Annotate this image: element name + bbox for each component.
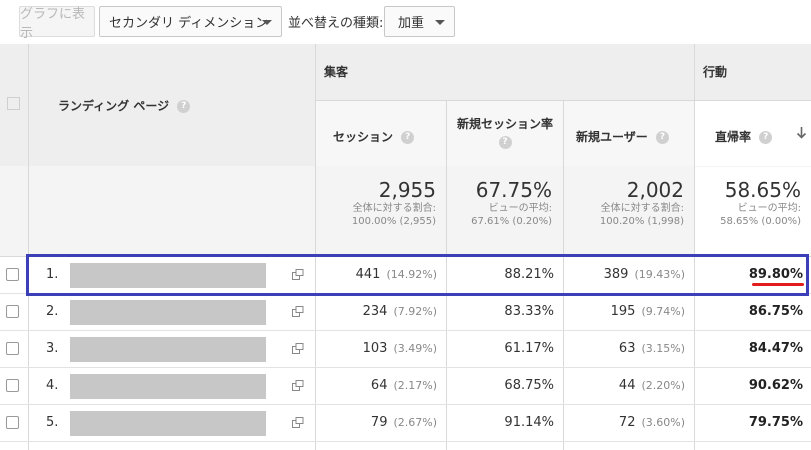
cell-new-session-rate: 61.17% (504, 341, 554, 356)
cell-new-users-pct: (3.60%) (641, 416, 685, 429)
cell-sessions-value: 64 (370, 378, 388, 393)
cell-new-users-pct: (2.20%) (641, 379, 685, 392)
row-checkbox[interactable] (6, 379, 19, 392)
cell-new-users-value: 72 (618, 415, 636, 430)
col-header-landing-page[interactable]: ランディング ページ ? (58, 97, 191, 114)
cell-new-users: 195 (9.74%) (611, 304, 685, 319)
cell-sessions: 103 (3.49%) (363, 341, 437, 356)
sort-type-dropdown[interactable]: 加重 (384, 6, 455, 37)
cell-bounce-rate: 84.47% (748, 341, 803, 356)
help-icon[interactable]: ? (177, 100, 191, 113)
table-toolbar: グラフに表示 セカンダリ ディメンション 並べ替えの種類: 加重 (0, 0, 811, 44)
cell-sessions: 64 (2.17%) (371, 378, 437, 393)
row-checkbox[interactable] (6, 416, 19, 429)
row-number: 3. (46, 341, 59, 356)
help-icon[interactable]: ? (498, 136, 512, 149)
cell-sessions-pct: (2.17%) (393, 379, 437, 392)
redacted-landing-page-url[interactable] (70, 300, 266, 325)
row-checkbox[interactable] (6, 305, 19, 318)
sort-descending-icon[interactable] (796, 126, 807, 139)
cell-new-users: 63 (3.15%) (619, 341, 685, 356)
col-header-sessions-label: セッション (333, 130, 394, 144)
chevron-down-icon (262, 20, 272, 25)
highlight-box-annotation (26, 254, 809, 296)
row-checkbox[interactable] (6, 268, 19, 281)
total-bounce-rate: 58.65% ビューの平均: 58.65% (0.00%) (720, 178, 801, 227)
group-header-behavior: 行動 (703, 65, 728, 79)
cell-new-users-value: 63 (618, 341, 636, 356)
cell-bounce-rate: 90.62% (748, 378, 803, 393)
col-header-new-session-rate-label: 新規セッション率 (456, 117, 553, 131)
col-header-landing-label: ランディング ページ (58, 99, 170, 113)
cell-new-session-rate: 91.14% (504, 415, 554, 430)
col-header-new-users[interactable]: 新規ユーザー ? (576, 128, 669, 145)
group-header-acquisition: 集客 (324, 65, 349, 79)
col-header-new-users-label: 新規ユーザー (576, 130, 648, 144)
cell-bounce-rate: 86.75% (748, 304, 803, 319)
secondary-dimension-label: セカンダリ ディメンション (109, 16, 269, 31)
col-header-sessions[interactable]: セッション ? (333, 128, 415, 145)
col-header-new-session-rate[interactable]: 新規セッション率 ? (455, 115, 555, 149)
cell-new-session-rate: 68.75% (504, 378, 554, 393)
cell-new-users-pct: (3.15%) (641, 342, 685, 355)
open-external-icon[interactable] (292, 343, 304, 354)
sort-type-value: 加重 (398, 16, 425, 31)
total-sessions: 2,955 全体に対する割合: 100.00% (2,955) (351, 178, 436, 227)
select-all-checkbox[interactable] (7, 97, 20, 110)
cell-sessions-value: 103 (362, 341, 388, 356)
cell-sessions-value: 79 (370, 415, 388, 430)
row-number: 4. (46, 378, 59, 393)
cell-sessions-value: 234 (362, 304, 388, 319)
open-external-icon[interactable] (292, 380, 304, 391)
row-number: 5. (46, 415, 59, 430)
col-header-bounce-rate-label: 直帰率 (715, 130, 752, 144)
redacted-landing-page-url[interactable] (70, 411, 266, 436)
cell-sessions-pct: (7.92%) (393, 305, 437, 318)
help-icon[interactable]: ? (401, 131, 415, 144)
open-external-icon[interactable] (292, 306, 304, 317)
sort-type-label: 並べ替えの種類: (288, 16, 384, 31)
underline-annotation (752, 283, 804, 286)
cell-new-users: 44 (2.20%) (619, 378, 685, 393)
cell-sessions-pct: (2.67%) (393, 416, 437, 429)
redacted-landing-page-url[interactable] (70, 374, 266, 399)
open-external-icon[interactable] (292, 417, 304, 428)
total-new-users: 2,002 全体に対する割合: 100.20% (1,998) (599, 178, 684, 227)
row-checkbox[interactable] (6, 342, 19, 355)
cell-new-users-value: 44 (618, 378, 636, 393)
cell-bounce-rate: 79.75% (748, 415, 803, 430)
cell-sessions: 79 (2.67%) (371, 415, 437, 430)
col-header-bounce-rate[interactable]: 直帰率 ? (715, 128, 773, 145)
help-icon[interactable]: ? (655, 131, 669, 144)
help-icon[interactable]: ? (759, 131, 773, 144)
row-number: 2. (46, 304, 59, 319)
cell-new-session-rate: 83.33% (504, 304, 554, 319)
cell-new-users: 72 (3.60%) (619, 415, 685, 430)
show-in-graph-button[interactable]: グラフに表示 (19, 6, 95, 41)
cell-sessions-pct: (3.49%) (393, 342, 437, 355)
redacted-landing-page-url[interactable] (70, 337, 266, 362)
chevron-down-icon (435, 20, 445, 25)
cell-new-users-value: 195 (610, 304, 636, 319)
secondary-dimension-dropdown[interactable]: セカンダリ ディメンション (99, 6, 282, 37)
total-new-session-rate: 67.75% ビューの平均: 67.61% (0.20%) (471, 178, 552, 227)
cell-sessions: 234 (7.92%) (363, 304, 437, 319)
cell-new-users-pct: (9.74%) (641, 305, 685, 318)
